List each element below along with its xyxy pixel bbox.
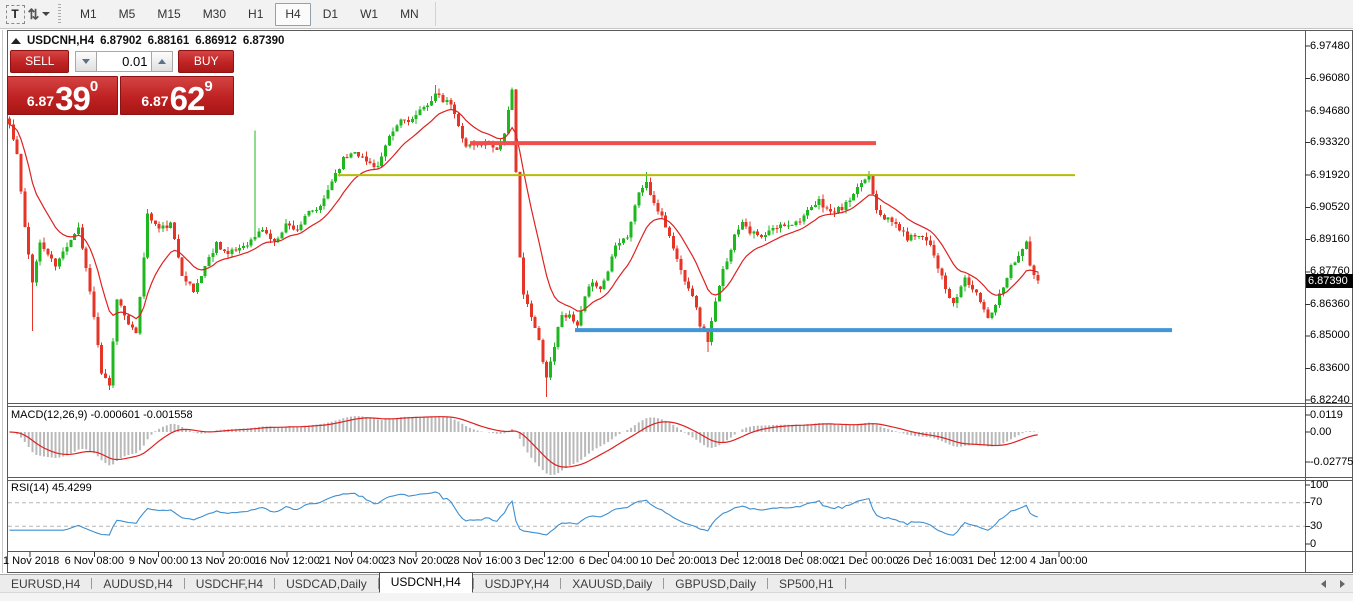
rsi-label: RSI(14) 45.4299 — [11, 482, 92, 494]
chart-tab-sp500-h1[interactable]: SP500,H1 — [768, 575, 845, 593]
sell-price-prefix: 6.87 — [27, 93, 54, 109]
chart-title: USDCNH,H4 6.87902 6.88161 6.86912 6.8739… — [11, 35, 290, 47]
timeframe-button-h1[interactable]: H1 — [238, 3, 273, 26]
chart-tab-usdjpy-h4[interactable]: USDJPY,H4 — [474, 575, 560, 593]
macd-label: MACD(12,26,9) -0.000601 -0.001558 — [11, 409, 193, 421]
current-price-badge: 6.87390 — [1306, 274, 1353, 288]
chart-tab-bar: EURUSD,H4AUDUSD,H4USDCHF,H4USDCAD,DailyU… — [0, 574, 1353, 592]
text-tool-icon: T — [6, 5, 25, 24]
chart-tab-usdcad-daily[interactable]: USDCAD,Daily — [275, 575, 378, 593]
timeframe-button-m5[interactable]: M5 — [109, 3, 146, 26]
timeframe-button-d1[interactable]: D1 — [313, 3, 348, 26]
arrow-objects-button[interactable]: ⇅ — [27, 3, 51, 25]
dropdown-caret-icon — [42, 12, 50, 16]
timeframe-button-mn[interactable]: MN — [390, 3, 429, 26]
text-label-tool-button[interactable]: T — [1, 3, 25, 25]
tab-scroll-left-icon[interactable] — [1321, 580, 1326, 588]
lot-size-input[interactable]: 0.01 — [97, 51, 151, 72]
ohlc-high: 6.88161 — [148, 35, 190, 47]
spinner-down-icon — [82, 59, 90, 64]
lot-decrease-button[interactable] — [75, 51, 97, 72]
sell-price-button[interactable]: 6.87 39 0 — [7, 76, 118, 115]
trade-price-row: 6.87 39 0 6.87 62 9 — [7, 76, 234, 115]
ohlc-close: 6.87390 — [243, 35, 285, 47]
buy-price-big: 62 — [170, 84, 205, 114]
timeframe-button-m30[interactable]: M30 — [193, 3, 236, 26]
timeframe-button-h4[interactable]: H4 — [275, 3, 310, 26]
chart-tab-gbpusd-daily[interactable]: GBPUSD,Daily — [664, 575, 767, 593]
spinner-up-icon — [158, 59, 166, 64]
timeframe-toolbar: M1M5M15M30H1H4D1W1MN — [69, 3, 430, 26]
buy-button[interactable]: BUY — [178, 50, 234, 73]
top-toolbar: T ⇅ M1M5M15M30H1H4D1W1MN — [0, 0, 1353, 29]
lot-increase-button[interactable] — [151, 51, 173, 72]
buy-price-prefix: 6.87 — [141, 93, 168, 109]
sell-price-big: 39 — [55, 84, 90, 114]
tab-scroll-controls — [1321, 580, 1345, 588]
chart-tab-audusd-h4[interactable]: AUDUSD,H4 — [92, 575, 183, 593]
toolbar-grip — [58, 4, 61, 24]
symbol-timeframe-label: USDCNH,H4 — [27, 35, 94, 47]
tab-scroll-right-icon[interactable] — [1340, 580, 1345, 588]
collapse-panel-icon[interactable] — [11, 38, 21, 44]
chart-tab-eurusd-h4[interactable]: EURUSD,H4 — [0, 575, 91, 593]
ohlc-low: 6.86912 — [195, 35, 237, 47]
toolbar-separator — [435, 2, 436, 26]
lot-size-spinner: 0.01 — [75, 51, 173, 72]
timeframe-button-m15[interactable]: M15 — [147, 3, 190, 26]
chart-tab-usdcnh-h4[interactable]: USDCNH,H4 — [379, 572, 473, 593]
one-click-trading-panel: SELL 0.01 BUY 6.87 39 0 6.87 62 9 — [7, 50, 234, 115]
chart-tab-usdchf-h4[interactable]: USDCHF,H4 — [185, 575, 274, 593]
buy-price-sup: 9 — [204, 78, 212, 95]
buy-price-button[interactable]: 6.87 62 9 — [120, 76, 234, 115]
trade-controls-row: SELL 0.01 BUY — [7, 50, 234, 73]
timeframe-button-m1[interactable]: M1 — [70, 3, 107, 26]
sell-button[interactable]: SELL — [10, 50, 69, 73]
timeframe-button-w1[interactable]: W1 — [350, 3, 388, 26]
chart-tab-xauusd-daily[interactable]: XAUUSD,Daily — [561, 575, 663, 593]
sell-price-sup: 0 — [90, 78, 98, 95]
mt4-terminal: { "toolbar": { "text_tool_label": "T", "… — [0, 0, 1353, 600]
tab-separator — [845, 578, 846, 589]
ohlc-open: 6.87902 — [100, 35, 142, 47]
arrow-objects-icon: ⇅ — [28, 6, 38, 23]
